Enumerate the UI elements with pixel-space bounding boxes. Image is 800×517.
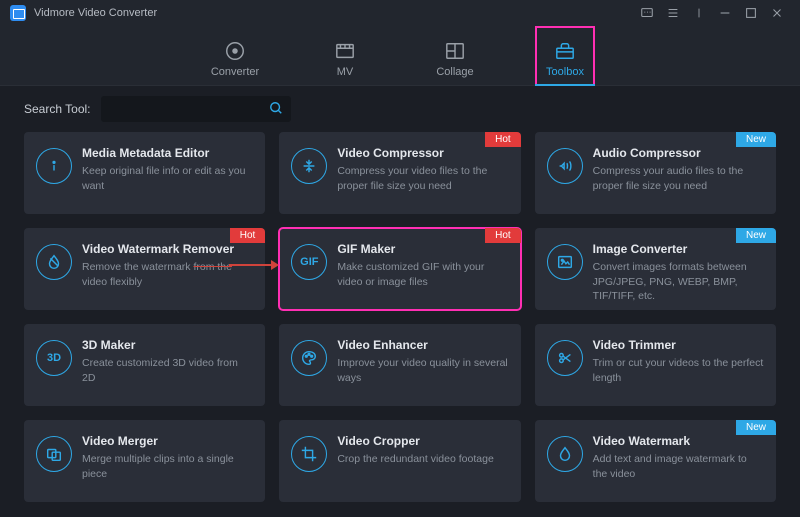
3d-icon: 3D bbox=[36, 340, 72, 376]
tool-video-watermark-remover[interactable]: Hot Video Watermark Remover Remove the w… bbox=[24, 228, 265, 310]
minimize-button[interactable] bbox=[712, 0, 738, 26]
tool-3d-maker[interactable]: 3D 3D Maker Create customized 3D video f… bbox=[24, 324, 265, 406]
tab-mv[interactable]: MV bbox=[315, 26, 375, 86]
tool-desc: Improve your video quality in several wa… bbox=[337, 356, 508, 385]
tool-image-converter[interactable]: New Image Converter Convert images forma… bbox=[535, 228, 776, 310]
crop-icon bbox=[291, 436, 327, 472]
search-row: Search Tool: bbox=[0, 86, 800, 132]
tool-title: Video Merger bbox=[82, 434, 253, 448]
mv-icon bbox=[334, 40, 356, 62]
image-converter-icon bbox=[547, 244, 583, 280]
info-icon bbox=[36, 148, 72, 184]
tool-title: Video Trimmer bbox=[593, 338, 764, 352]
tab-label: Collage bbox=[436, 66, 473, 78]
gif-icon: GIF bbox=[291, 244, 327, 280]
tool-desc: Trim or cut your videos to the perfect l… bbox=[593, 356, 764, 385]
search-icon[interactable] bbox=[269, 101, 283, 118]
tool-desc: Add text and image watermark to the vide… bbox=[593, 452, 764, 481]
hot-badge: Hot bbox=[485, 132, 521, 147]
menu-icon[interactable] bbox=[660, 0, 686, 26]
tool-video-watermark[interactable]: New Video Watermark Add text and image w… bbox=[535, 420, 776, 502]
feedback-icon[interactable] bbox=[634, 0, 660, 26]
app-logo-icon bbox=[10, 5, 26, 21]
droplet-icon bbox=[36, 244, 72, 280]
tool-title: Video Watermark bbox=[593, 434, 764, 448]
tool-title: Image Converter bbox=[593, 242, 764, 256]
tool-video-cropper[interactable]: Video Cropper Crop the redundant video f… bbox=[279, 420, 520, 502]
tool-desc: Compress your video files to the proper … bbox=[337, 164, 508, 193]
hot-badge: Hot bbox=[230, 228, 266, 243]
search-input-wrap bbox=[101, 96, 291, 122]
tool-title: Video Compressor bbox=[337, 146, 508, 160]
tool-desc: Make customized GIF with your video or i… bbox=[337, 260, 508, 289]
tool-title: Video Enhancer bbox=[337, 338, 508, 352]
annotation-arrow bbox=[229, 264, 279, 266]
hot-badge: Hot bbox=[485, 228, 521, 243]
close-button[interactable] bbox=[764, 0, 790, 26]
audio-compress-icon bbox=[547, 148, 583, 184]
tool-desc: Keep original file info or edit as you w… bbox=[82, 164, 253, 193]
tool-desc: Convert images formats between JPG/JPEG,… bbox=[593, 260, 764, 304]
tool-title: Video Watermark Remover bbox=[82, 242, 253, 256]
toolbox-icon bbox=[554, 40, 576, 62]
app-title: Vidmore Video Converter bbox=[34, 7, 157, 19]
collage-icon bbox=[444, 40, 466, 62]
tab-toolbox[interactable]: Toolbox bbox=[535, 26, 595, 86]
compress-icon bbox=[291, 148, 327, 184]
tool-media-metadata-editor[interactable]: Media Metadata Editor Keep original file… bbox=[24, 132, 265, 214]
merger-icon bbox=[36, 436, 72, 472]
tab-converter[interactable]: Converter bbox=[205, 26, 265, 86]
converter-icon bbox=[224, 40, 246, 62]
tab-collage[interactable]: Collage bbox=[425, 26, 485, 86]
tool-video-enhancer[interactable]: Video Enhancer Improve your video qualit… bbox=[279, 324, 520, 406]
tool-video-trimmer[interactable]: Video Trimmer Trim or cut your videos to… bbox=[535, 324, 776, 406]
tool-desc: Create customized 3D video from 2D bbox=[82, 356, 253, 385]
divider-icon bbox=[686, 0, 712, 26]
tools-grid: Media Metadata Editor Keep original file… bbox=[0, 132, 800, 517]
tool-title: GIF Maker bbox=[337, 242, 508, 256]
scissors-icon bbox=[547, 340, 583, 376]
maximize-button[interactable] bbox=[738, 0, 764, 26]
main-nav: Converter MV Collage Toolbox bbox=[0, 26, 800, 86]
title-bar: Vidmore Video Converter bbox=[0, 0, 800, 26]
new-badge: New bbox=[736, 228, 776, 243]
tool-title: Video Cropper bbox=[337, 434, 508, 448]
tool-gif-maker[interactable]: Hot GIF GIF Maker Make customized GIF wi… bbox=[279, 228, 520, 310]
search-label: Search Tool: bbox=[24, 102, 91, 116]
tool-video-compressor[interactable]: Hot Video Compressor Compress your video… bbox=[279, 132, 520, 214]
palette-icon bbox=[291, 340, 327, 376]
watermark-icon bbox=[547, 436, 583, 472]
tool-audio-compressor[interactable]: New Audio Compressor Compress your audio… bbox=[535, 132, 776, 214]
new-badge: New bbox=[736, 132, 776, 147]
tool-desc: Crop the redundant video footage bbox=[337, 452, 508, 467]
tab-label: Toolbox bbox=[546, 66, 584, 78]
search-input[interactable] bbox=[109, 102, 269, 116]
tool-title: Audio Compressor bbox=[593, 146, 764, 160]
tool-title: 3D Maker bbox=[82, 338, 253, 352]
tool-desc: Compress your audio files to the proper … bbox=[593, 164, 764, 193]
new-badge: New bbox=[736, 420, 776, 435]
tool-title: Media Metadata Editor bbox=[82, 146, 253, 160]
tool-video-merger[interactable]: Video Merger Merge multiple clips into a… bbox=[24, 420, 265, 502]
tool-desc: Merge multiple clips into a single piece bbox=[82, 452, 253, 481]
tab-label: Converter bbox=[211, 66, 259, 78]
tool-desc: Remove the watermark from the video flex… bbox=[82, 260, 253, 289]
tab-label: MV bbox=[337, 66, 354, 78]
